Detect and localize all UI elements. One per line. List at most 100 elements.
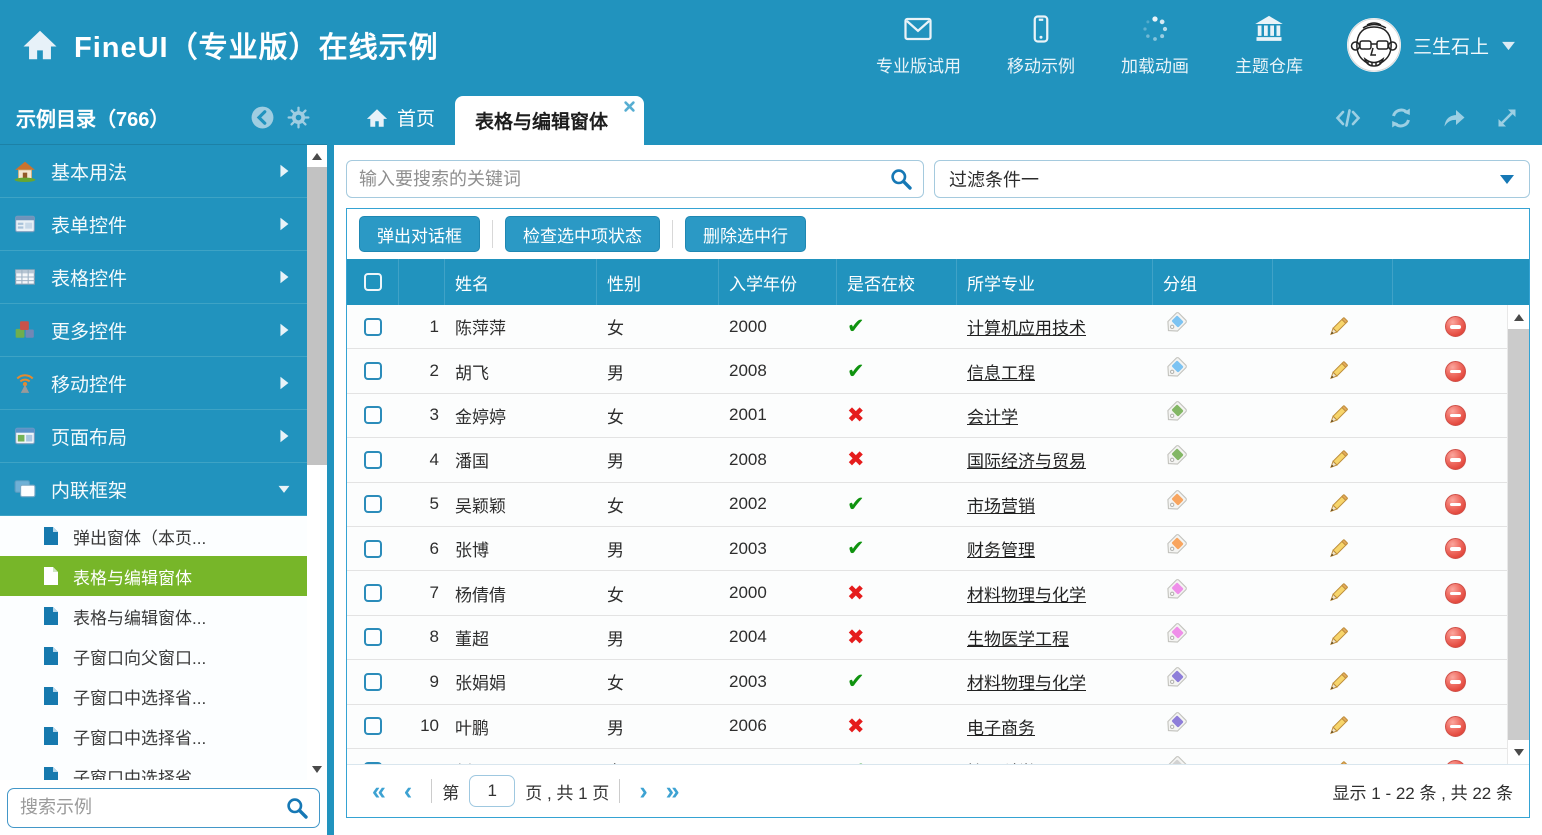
share-icon[interactable] (1441, 105, 1467, 131)
row-checkbox[interactable] (364, 495, 382, 513)
toolbar-button-检查选中项状态[interactable]: 检查选中项状态 (505, 216, 660, 252)
keyword-search-input[interactable] (357, 168, 889, 191)
major-link[interactable]: 会计学 (967, 408, 1018, 427)
row-checkbox[interactable] (364, 717, 382, 735)
delete-icon[interactable] (1445, 405, 1466, 426)
header-action-trial[interactable]: 专业版试用 (876, 13, 961, 77)
scroll-down-button[interactable] (1508, 740, 1529, 764)
close-icon[interactable] (623, 100, 636, 113)
scrollbar-thumb[interactable] (1508, 329, 1529, 740)
sidebar-item-页面布局[interactable]: 页面布局 (0, 410, 307, 463)
edit-pencil-icon[interactable] (1326, 448, 1350, 472)
sidebar-search-input[interactable] (18, 796, 285, 819)
select-all-checkbox[interactable] (364, 273, 382, 291)
row-checkbox[interactable] (364, 406, 382, 424)
row-checkbox[interactable] (364, 318, 382, 336)
row-checkbox[interactable] (364, 628, 382, 646)
sidebar-subitem-表格与编辑窗体[interactable]: 表格与编辑窗体 (0, 556, 307, 596)
table-row[interactable]: 7杨倩倩女2000✖材料物理与化学 (347, 571, 1507, 615)
major-link[interactable]: 市场营销 (967, 497, 1035, 516)
sidebar-scrollbar[interactable] (307, 145, 327, 780)
major-link[interactable]: 材料物理与化学 (967, 674, 1086, 693)
page-number-input[interactable] (469, 775, 515, 807)
delete-icon[interactable] (1445, 716, 1466, 737)
header-select-all[interactable] (347, 259, 399, 305)
table-row[interactable]: 6张博男2003✔财务管理 (347, 527, 1507, 571)
edit-pencil-icon[interactable] (1326, 315, 1350, 339)
sidebar-item-更多控件[interactable]: 更多控件 (0, 304, 307, 357)
delete-icon[interactable] (1445, 627, 1466, 648)
major-link[interactable]: 财务管理 (967, 541, 1035, 560)
code-icon[interactable] (1335, 105, 1361, 131)
major-link[interactable]: 生物医学工程 (967, 630, 1069, 649)
sidebar-subitem-表格与编辑窗体[interactable]: 表格与编辑窗体... (0, 596, 307, 636)
major-link[interactable]: 国际经济与贸易 (967, 452, 1086, 471)
sidebar-subitem-子窗口中选择省[interactable]: 子窗口中选择省 (0, 756, 307, 780)
row-checkbox[interactable] (364, 584, 382, 602)
table-scrollbar[interactable] (1507, 305, 1529, 764)
collapse-sidebar-icon[interactable] (250, 105, 275, 130)
major-link[interactable]: 材料物理与化学 (967, 586, 1086, 605)
edit-pencil-icon[interactable] (1326, 670, 1350, 694)
table-row[interactable]: 11刘丽丽女2003✔管理科学 (347, 749, 1507, 764)
delete-icon[interactable] (1445, 361, 1466, 382)
filter-dropdown[interactable]: 过滤条件一 (934, 160, 1530, 198)
gear-icon[interactable] (286, 105, 311, 130)
refresh-icon[interactable] (1388, 105, 1414, 131)
major-link[interactable]: 管理科学 (967, 763, 1035, 764)
delete-icon[interactable] (1445, 494, 1466, 515)
first-page-icon[interactable]: « (363, 779, 395, 804)
scroll-up-button[interactable] (307, 145, 327, 167)
delete-icon[interactable] (1445, 760, 1466, 764)
delete-icon[interactable] (1445, 538, 1466, 559)
table-row[interactable]: 9张娟娟女2003✔材料物理与化学 (347, 660, 1507, 704)
delete-icon[interactable] (1445, 671, 1466, 692)
sidebar-subitem-子窗口向父窗口[interactable]: 子窗口向父窗口... (0, 636, 307, 676)
edit-pencil-icon[interactable] (1326, 537, 1350, 561)
table-row[interactable]: 4潘国男2008✖国际经济与贸易 (347, 438, 1507, 482)
tab-home[interactable]: 首页 (346, 90, 455, 145)
row-checkbox[interactable] (364, 673, 382, 691)
scroll-up-button[interactable] (1508, 305, 1529, 329)
brand[interactable]: FineUI（专业版）在线示例 (0, 24, 439, 66)
delete-icon[interactable] (1445, 583, 1466, 604)
row-checkbox[interactable] (364, 762, 382, 764)
table-row[interactable]: 5吴颖颖女2002✔市场营销 (347, 483, 1507, 527)
search-icon[interactable] (285, 796, 309, 820)
edit-pencil-icon[interactable] (1326, 403, 1350, 427)
tab-active[interactable]: 表格与编辑窗体 (455, 96, 644, 145)
header-action-mobile[interactable]: 移动示例 (1007, 13, 1075, 77)
table-row[interactable]: 10叶鹏男2006✖电子商务 (347, 705, 1507, 749)
row-checkbox[interactable] (364, 362, 382, 380)
table-row[interactable]: 3金婷婷女2001✖会计学 (347, 394, 1507, 438)
edit-pencil-icon[interactable] (1326, 625, 1350, 649)
delete-icon[interactable] (1445, 449, 1466, 470)
toolbar-button-弹出对话框[interactable]: 弹出对话框 (359, 216, 480, 252)
edit-pencil-icon[interactable] (1326, 581, 1350, 605)
major-link[interactable]: 电子商务 (967, 719, 1035, 738)
edit-pencil-icon[interactable] (1326, 359, 1350, 383)
sidebar-item-基本用法[interactable]: 基本用法 (0, 145, 307, 198)
sidebar-subitem-弹出窗体（本页[interactable]: 弹出窗体（本页... (0, 516, 307, 556)
sidebar-subitem-子窗口中选择省[interactable]: 子窗口中选择省... (0, 676, 307, 716)
sidebar-item-内联框架[interactable]: 内联框架 (0, 463, 307, 516)
header-action-loading[interactable]: 加载动画 (1121, 13, 1189, 77)
sidebar-item-移动控件[interactable]: 移动控件 (0, 357, 307, 410)
user-menu[interactable]: 三生石上 (1347, 18, 1516, 72)
scroll-down-button[interactable] (307, 758, 327, 780)
edit-pencil-icon[interactable] (1326, 759, 1350, 764)
header-action-theme[interactable]: 主题仓库 (1235, 13, 1303, 77)
sidebar-subitem-子窗口中选择省[interactable]: 子窗口中选择省... (0, 716, 307, 756)
toolbar-button-删除选中行[interactable]: 删除选中行 (685, 216, 806, 252)
prev-page-icon[interactable]: ‹ (395, 779, 421, 804)
next-page-icon[interactable]: › (630, 779, 656, 804)
sidebar-item-表单控件[interactable]: 表单控件 (0, 198, 307, 251)
row-checkbox[interactable] (364, 540, 382, 558)
major-link[interactable]: 计算机应用技术 (967, 319, 1086, 338)
row-checkbox[interactable] (364, 451, 382, 469)
table-row[interactable]: 2胡飞男2008✔信息工程 (347, 349, 1507, 393)
search-icon[interactable] (889, 167, 913, 191)
delete-icon[interactable] (1445, 316, 1466, 337)
expand-icon[interactable] (1494, 105, 1520, 131)
table-row[interactable]: 8董超男2004✖生物医学工程 (347, 616, 1507, 660)
